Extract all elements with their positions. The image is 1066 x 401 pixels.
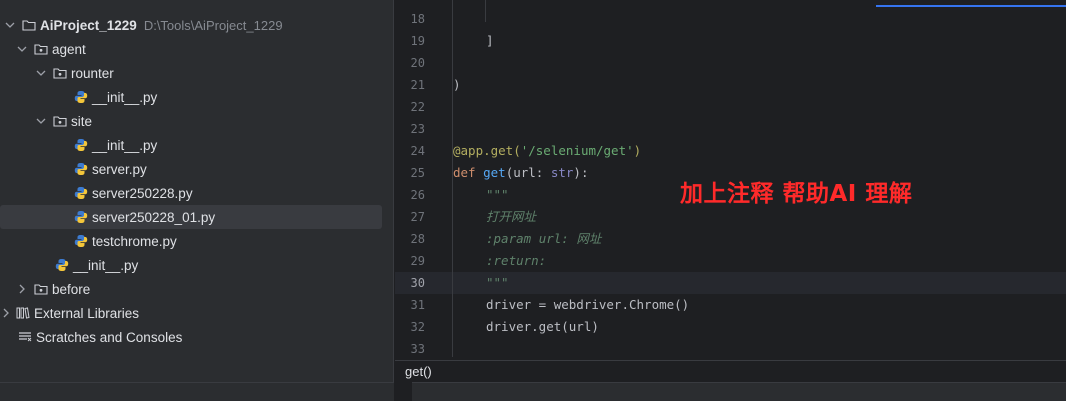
tree-item-label: server250228_01.py: [92, 209, 216, 225]
code-editor[interactable]: 18 19 20 21 22 23 24 25 26 27 28 29 30 3…: [395, 0, 1066, 360]
python-file-icon: [55, 259, 69, 271]
python-file-icon: [74, 91, 88, 103]
builtin-type: str: [550, 165, 574, 180]
package-folder-icon: [34, 44, 48, 55]
line-number: 20: [410, 56, 425, 70]
line-number-gutter: 18 19 20 21 22 23 24 25 26 27 28 29 30 3…: [395, 0, 439, 360]
python-file-icon: [74, 163, 88, 175]
library-icon: [16, 307, 30, 319]
code-line-31[interactable]: driver = webdriver.Chrome(): [486, 294, 689, 316]
tree-item-label: Scratches and Consoles: [36, 329, 183, 345]
line-number: 19: [410, 34, 425, 48]
code-line-28[interactable]: :param url: 网址: [486, 228, 601, 250]
tree-root[interactable]: AiProject_1229 D:\Tools\AiProject_1229: [0, 13, 394, 37]
tree-item-label: __init__.py: [92, 89, 158, 105]
tree-file-server250228[interactable]: server250228.py: [0, 181, 394, 205]
code-line-24[interactable]: @app.get('/selenium/get'): [453, 140, 641, 162]
tree-scratches-consoles[interactable]: Scratches and Consoles: [0, 325, 394, 349]
keyword: def: [453, 165, 484, 180]
tree-folder-rounter[interactable]: rounter: [0, 61, 394, 85]
code-line-27[interactable]: 打开网址: [486, 206, 536, 228]
line-number: 26: [410, 188, 425, 202]
tree-item-label: __init__.py: [73, 257, 139, 273]
breadcrumb-item[interactable]: get(): [405, 364, 432, 379]
package-folder-icon: [34, 284, 48, 295]
python-file-icon: [74, 211, 88, 223]
function-name: get: [483, 165, 506, 180]
code-line-32[interactable]: driver.get(url): [486, 316, 599, 338]
chevron-down-icon[interactable]: [35, 115, 47, 127]
tree-folder-before[interactable]: before: [0, 277, 394, 301]
tree-item-label: testchrome.py: [92, 233, 177, 249]
tree-file-server250228-01[interactable]: server250228_01.py: [0, 205, 382, 229]
line-number: 23: [410, 122, 425, 136]
bottom-tool-window-right: [412, 382, 1066, 401]
tree-folder-site[interactable]: site: [0, 109, 394, 133]
tree-item-label: before: [52, 281, 91, 297]
line-number: 21: [410, 78, 425, 92]
line-number: 27: [410, 210, 425, 224]
tree-item-label: server250228.py: [92, 185, 193, 201]
progress-indicator: [876, 5, 1066, 7]
tree-item-label: rounter: [71, 65, 114, 81]
line-number: 31: [410, 298, 425, 312]
decorator-end: ): [633, 143, 642, 158]
code-line-25[interactable]: def get(url: str):: [453, 162, 588, 184]
string-literal: '/selenium/get': [520, 143, 634, 158]
chevron-down-icon[interactable]: [16, 43, 28, 55]
folder-icon: [22, 20, 36, 31]
doc-tag: :param: [486, 231, 539, 246]
params: (url:: [505, 165, 551, 180]
tree-file-testchrome[interactable]: testchrome.py: [0, 229, 394, 253]
code-line-21[interactable]: ): [453, 74, 461, 96]
line-number: 28: [410, 232, 425, 246]
root-name: AiProject_1229: [40, 17, 137, 33]
tree-external-libraries[interactable]: External Libraries: [0, 301, 394, 325]
package-folder-icon: [53, 116, 67, 127]
doc-param-desc: : 网址: [561, 231, 602, 246]
bottom-tool-window-left: [0, 382, 394, 401]
doc-param-name: url: [538, 231, 562, 246]
tree-item-label: External Libraries: [34, 305, 140, 321]
project-tree-panel: AiProject_1229 D:\Tools\AiProject_1229 a…: [0, 0, 394, 401]
tree-file-init[interactable]: __init__.py: [0, 85, 394, 109]
chevron-right-icon[interactable]: [16, 283, 28, 295]
tree-item-label: site: [71, 113, 93, 129]
line-number: 32: [410, 320, 425, 334]
code-line-19[interactable]: ]: [486, 30, 494, 52]
chevron-right-icon[interactable]: [0, 307, 12, 319]
indent-guide: [485, 0, 486, 22]
line-number: 29: [410, 254, 425, 268]
chevron-down-icon[interactable]: [4, 19, 16, 31]
breadcrumb[interactable]: get(): [395, 360, 1066, 382]
tree-item-label: server.py: [92, 161, 147, 177]
chevron-down-icon[interactable]: [35, 67, 47, 79]
code-line-30[interactable]: """: [486, 272, 509, 294]
code-line-26[interactable]: """: [486, 184, 509, 206]
line-number: 18: [410, 12, 425, 26]
line-number: 33: [410, 342, 425, 356]
python-file-icon: [74, 235, 88, 247]
code-line-29[interactable]: :return:: [486, 250, 546, 272]
annotation-text: 加上注释 帮助AI 理解: [680, 181, 913, 207]
line-number: 25: [410, 166, 425, 180]
python-file-icon: [74, 139, 88, 151]
package-folder-icon: [53, 68, 67, 79]
tree-file-server[interactable]: server.py: [0, 157, 394, 181]
scratches-icon: [19, 332, 32, 342]
python-file-icon: [74, 187, 88, 199]
tree-file-init[interactable]: __init__.py: [0, 133, 394, 157]
decorator: @app.get(: [453, 143, 521, 158]
line-number: 22: [410, 100, 425, 114]
tree-item-label: agent: [52, 41, 86, 57]
line-number-current: 30: [410, 276, 425, 290]
line-number: 24: [410, 144, 425, 158]
tree-item-label: __init__.py: [92, 137, 158, 153]
params-end: ):: [573, 165, 589, 180]
root-path: D:\Tools\AiProject_1229: [143, 17, 283, 33]
tree-file-init[interactable]: __init__.py: [0, 253, 394, 277]
tree-folder-agent[interactable]: agent: [0, 37, 394, 61]
